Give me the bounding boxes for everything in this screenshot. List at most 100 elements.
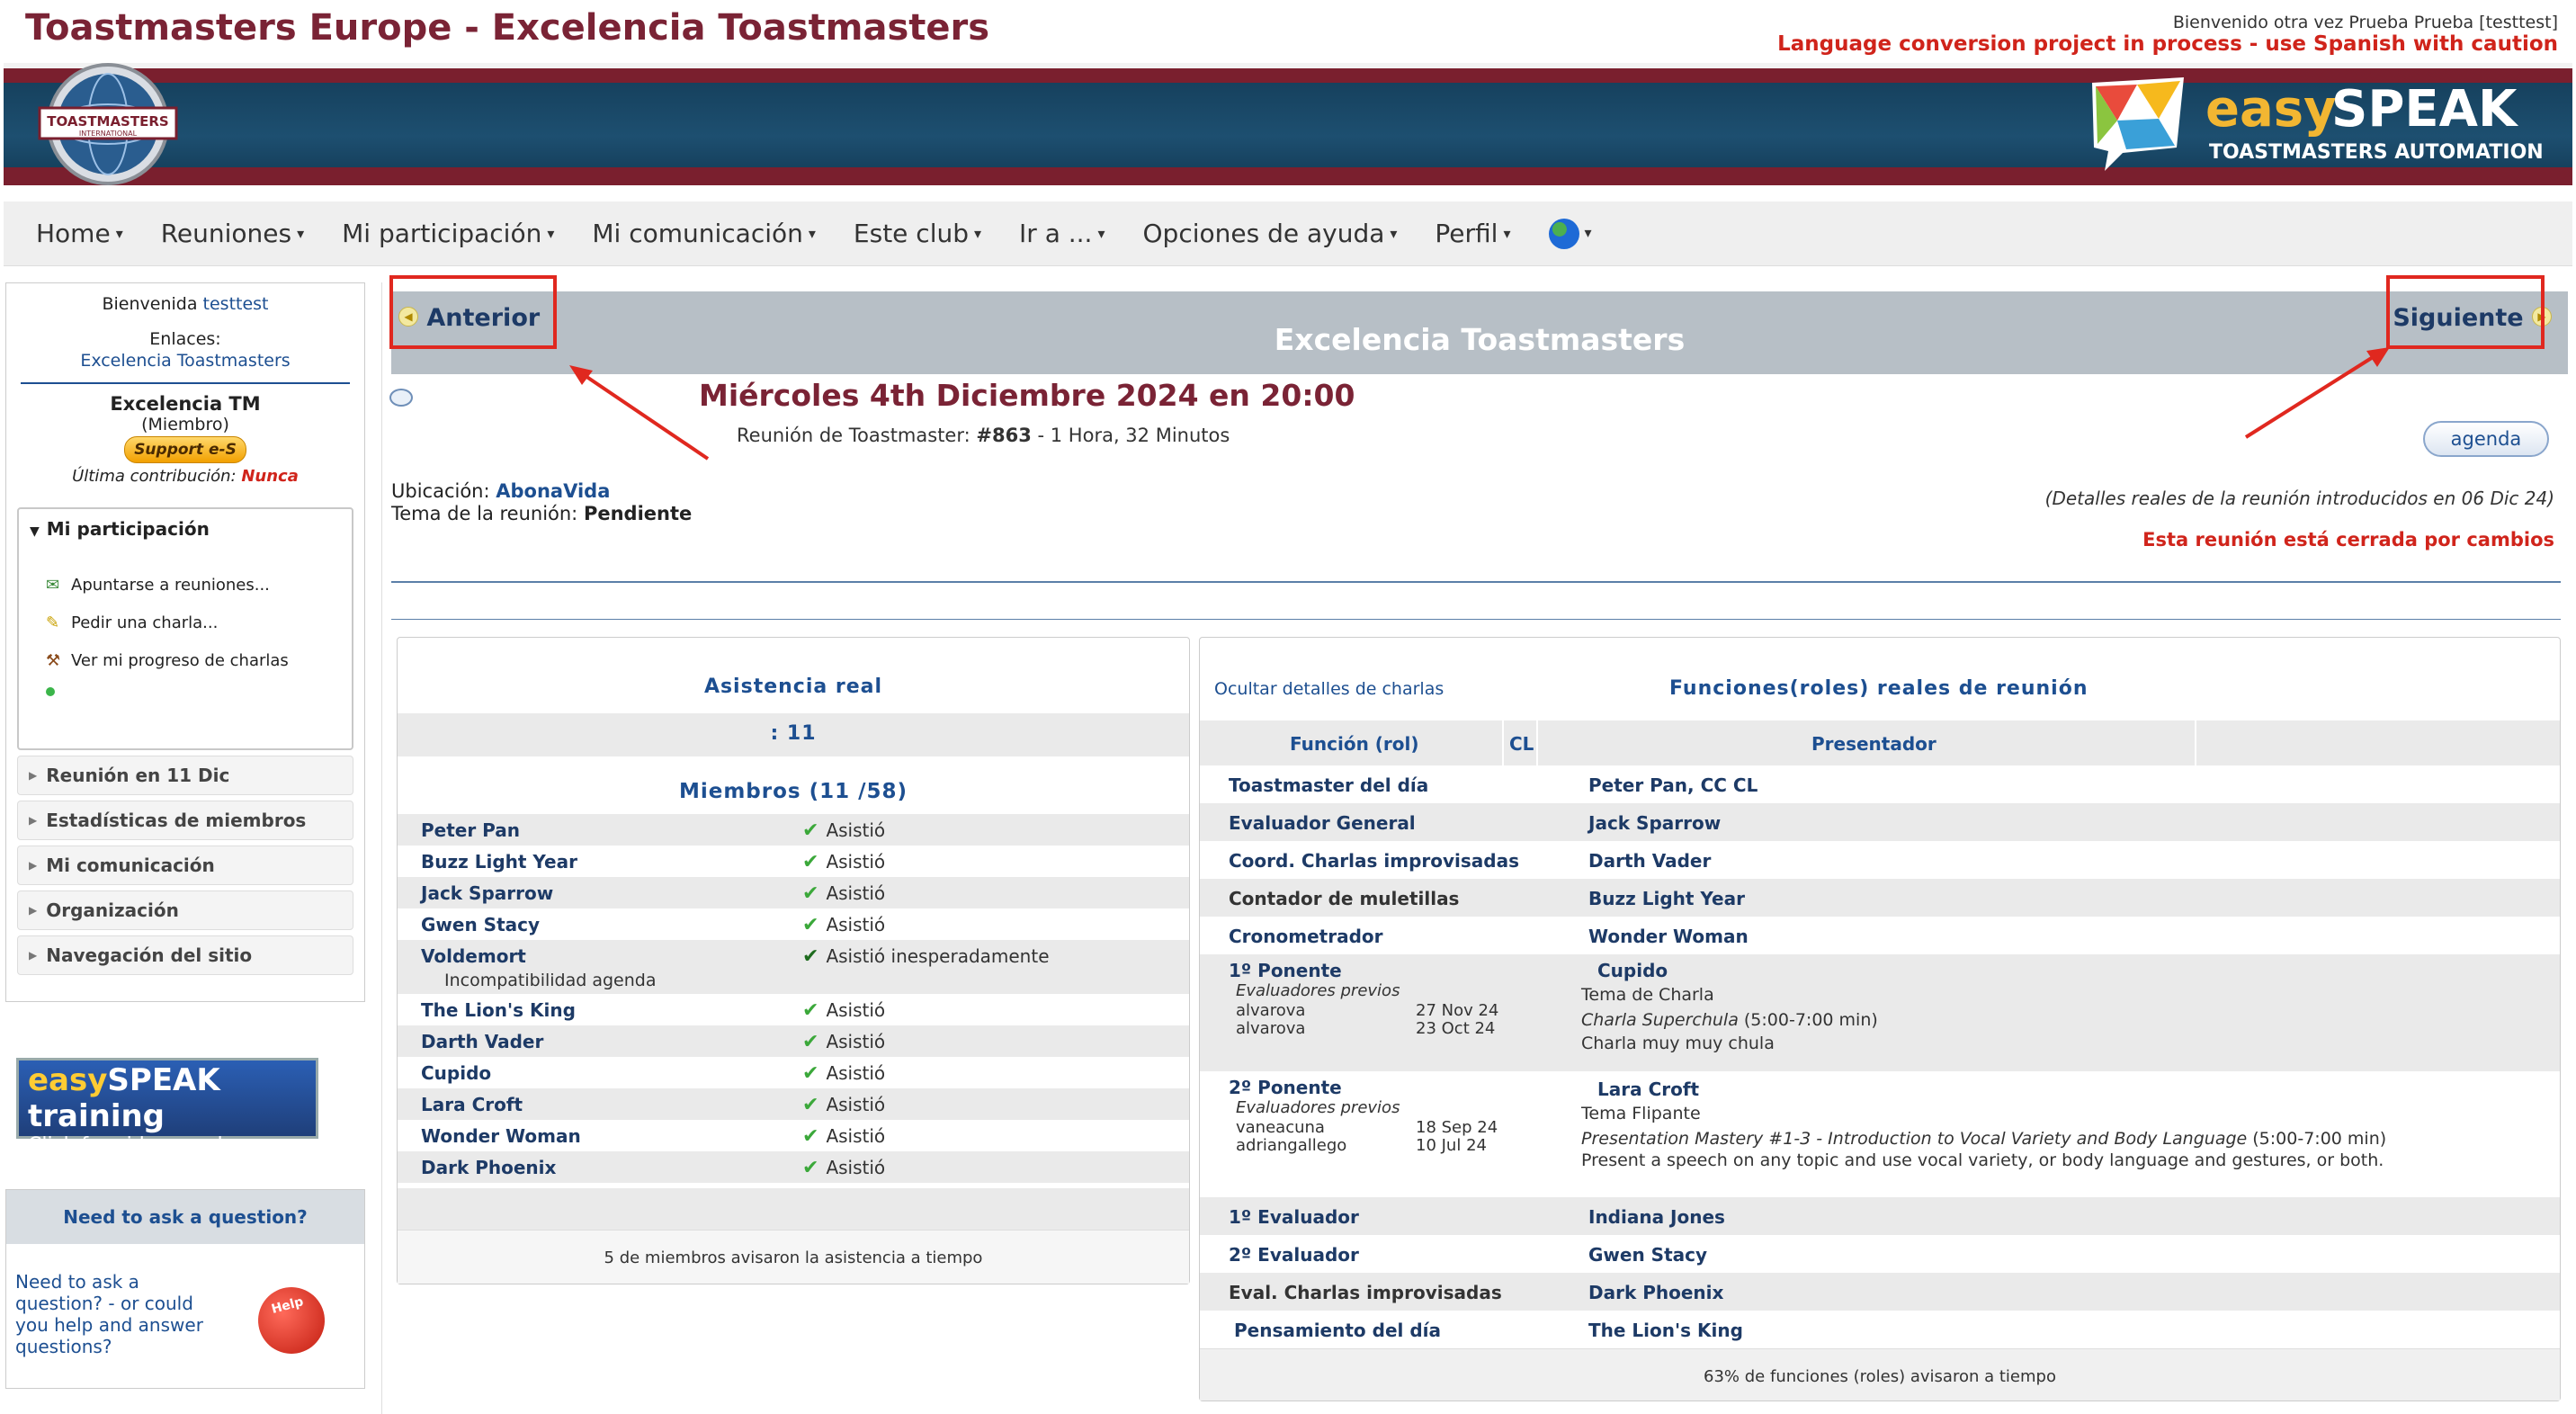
triangle-right-icon: ▶ (29, 859, 38, 872)
divider (21, 382, 350, 384)
table-row: Dark Phoenix ✔ Asistió (398, 1151, 1189, 1183)
username-link[interactable]: testtest (203, 294, 269, 314)
main-nav: Home ▾ Reuniones ▾ Mi participación ▾ Mi co… (4, 201, 2572, 266)
check-icon: ✔ (802, 1157, 819, 1179)
check-icon: ✔ (802, 819, 819, 842)
divider (391, 619, 2561, 620)
table-row: Buzz Light Year ✔ Asistió (421, 851, 886, 873)
toastmasters-logo[interactable]: TOASTMASTERS INTERNATIONAL (31, 59, 185, 189)
attendance-count: : 11 (770, 722, 817, 745)
panel-my-communication[interactable]: ▶ Mi comunicación (17, 846, 353, 885)
divider (391, 581, 2561, 583)
table-row: Cupido ✔ Asistió (421, 1062, 886, 1085)
table-row: Gwen Stacy ✔ Asistió (421, 914, 886, 936)
easy-word: easy (2205, 80, 2337, 139)
table-row: Wonder Woman ✔ Asistió (421, 1125, 886, 1148)
question-box: Need to ask a question? Need to ask a qu… (5, 1189, 365, 1389)
nav-ir-a[interactable]: Ir a ... ▾ (1019, 219, 1105, 248)
members-title: Miembros (11 /58) (678, 780, 908, 803)
triangle-right-icon: ▶ (29, 904, 38, 917)
table-row: Peter Pan ✔ Asistió (398, 814, 1189, 846)
table-row: Jack Sparrow ✔ Asistió (398, 877, 1189, 908)
support-button[interactable]: Support e-S (124, 436, 246, 463)
role-row: Eval. Charlas improvisadas Dark Phoenix (1200, 1273, 2560, 1311)
roles-footer: 63% de funciones (roles) avisaron a tiem… (1200, 1348, 2560, 1401)
speech-progress-link[interactable]: ⚒ Ver mi progreso de charlas (19, 637, 352, 675)
question-body[interactable]: Need to ask a question? - or could you h… (6, 1244, 222, 1357)
role-row: Contador de muletillas Buzz Light Year (1200, 879, 2560, 917)
club-link[interactable]: Excelencia Toastmasters (6, 350, 364, 371)
training-subtitle: Click for videos and webinars (28, 1134, 223, 1179)
nav-este-club[interactable]: Este club ▾ (854, 219, 981, 248)
last-contribution-label: Última contribución: (72, 467, 237, 486)
my-participation-panel: ▼ Mi participación ✉ Apuntarse a reuniones… (17, 507, 353, 750)
panel-meeting-dec-11[interactable]: ▶ Reunión en 11 Dic (17, 756, 353, 795)
globe-icon (1548, 219, 1579, 249)
table-row: Darth Vader ✔ Asistió (398, 1025, 1189, 1057)
eye-icon[interactable] (389, 389, 413, 407)
meeting-date: Miércoles 4th Diciembre 2024 en 20:00 (699, 378, 1355, 413)
help-button[interactable]: Help (250, 1279, 333, 1362)
triangle-right-icon: ▶ (29, 949, 38, 962)
check-icon: ✔ (802, 999, 819, 1022)
details-note: (Detalles reales de la reunión introduci… (2044, 488, 2554, 509)
table-row: The Lion's King ✔ Asistió (421, 999, 886, 1022)
language-menu[interactable]: ▾ (1548, 218, 1592, 249)
main-content: Excelencia Toastmasters ◀ Anterior Sigui… (381, 275, 2572, 1414)
nav-mi-comunicacion[interactable]: Mi comunicación ▾ (592, 219, 816, 248)
col-cl: CL (1509, 733, 1534, 755)
panel-member-stats[interactable]: ▶ Estadísticas de miembros (17, 801, 353, 840)
pencil-icon: ✎ (46, 613, 60, 632)
col-presenter: Presentador (1811, 733, 1936, 755)
meeting-theme: Pendiente (583, 503, 693, 524)
header-banner: TOASTMASTERS INTERNATIONAL easy SPEAK TO… (4, 63, 2572, 185)
nav-opciones-ayuda[interactable]: Opciones de ayuda ▾ (1143, 219, 1398, 248)
attendance-footer: 5 de miembros avisaron la asistencia a t… (398, 1230, 1189, 1284)
signup-meetings-link[interactable]: ✉ Apuntarse a reuniones... (19, 561, 352, 599)
check-icon: ✔ (802, 882, 819, 905)
role-row: Cronometrador Wonder Woman (1229, 926, 1749, 947)
meeting-subtitle: Reunión de Toastmaster: #863 - 1 Hora, 3… (737, 425, 1230, 446)
check-icon: ✔ (802, 914, 819, 936)
closed-note: Esta reunión está cerrada por cambios (2142, 529, 2554, 550)
nav-reuniones[interactable]: Reuniones ▾ (161, 219, 304, 248)
request-speech-link[interactable]: ✎ Pedir una charla... (19, 599, 352, 637)
absence-note: Incompatibilidad agenda (444, 971, 657, 990)
training-banner[interactable]: easySPEAK training Click for videos and … (16, 1058, 318, 1179)
triangle-right-icon: ▶ (29, 769, 38, 782)
easyspeak-logo[interactable]: easy SPEAK TOASTMASTERS AUTOMATION (2087, 70, 2554, 175)
attendance-title: Asistencia real (703, 676, 883, 698)
roles-title: Funciones(roles) reales de reunión (1669, 677, 2089, 700)
member-status: (Miembro) (141, 415, 229, 434)
training-easy: easy (28, 1062, 108, 1098)
meeting-location: Ubicación: AbonaVida Tema de la reunión:… (391, 480, 693, 524)
site-title: Toastmasters Europe - Excelencia Toastma… (25, 7, 990, 49)
table-row: Lara Croft ✔ Asistió (398, 1088, 1189, 1120)
money-icon: ✉ (46, 575, 60, 595)
welcome-label: Bienvenida (102, 294, 198, 314)
role-row: Evaluador General Jack Sparrow (1200, 803, 2560, 841)
location-link[interactable]: AbonaVida (496, 480, 610, 502)
speaker-row: 2º Ponente Evaluadores previos vaneacuna… (1229, 1077, 2387, 1170)
nav-mi-participacion[interactable]: Mi participación ▾ (342, 219, 554, 248)
agenda-button[interactable]: agenda (2423, 421, 2549, 457)
ti-logo-sub: INTERNATIONAL (79, 130, 138, 138)
roles-panel: Ocultar detalles de charlas Funciones(ro… (1199, 637, 2561, 1401)
nav-perfil[interactable]: Perfil ▾ (1435, 219, 1510, 248)
language-warning: Language conversion project in process -… (1777, 32, 2558, 56)
ti-logo-text: TOASTMASTERS (47, 113, 168, 130)
triangle-right-icon: ▶ (29, 814, 38, 827)
links-label: Enlaces: (149, 329, 221, 349)
question-title: Need to ask a question? (6, 1190, 364, 1244)
panel-site-navigation[interactable]: ▶ Navegación del sitio (17, 935, 353, 975)
nav-home[interactable]: Home ▾ (36, 219, 123, 248)
check-icon: ✔ (802, 1094, 819, 1116)
table-header: Función (rol) CL Presentador (1200, 720, 2560, 765)
check-icon: ✔ (802, 1062, 819, 1085)
hide-details-link[interactable]: Ocultar detalles de charlas (1214, 679, 1444, 699)
check-icon: ✔ (802, 851, 819, 873)
meeting-number: #863 (976, 425, 1032, 446)
panel-organization[interactable]: ▶ Organización (17, 890, 353, 930)
triangle-down-icon: ▼ (30, 524, 40, 539)
panel-header[interactable]: ▼ Mi participación (19, 509, 352, 549)
